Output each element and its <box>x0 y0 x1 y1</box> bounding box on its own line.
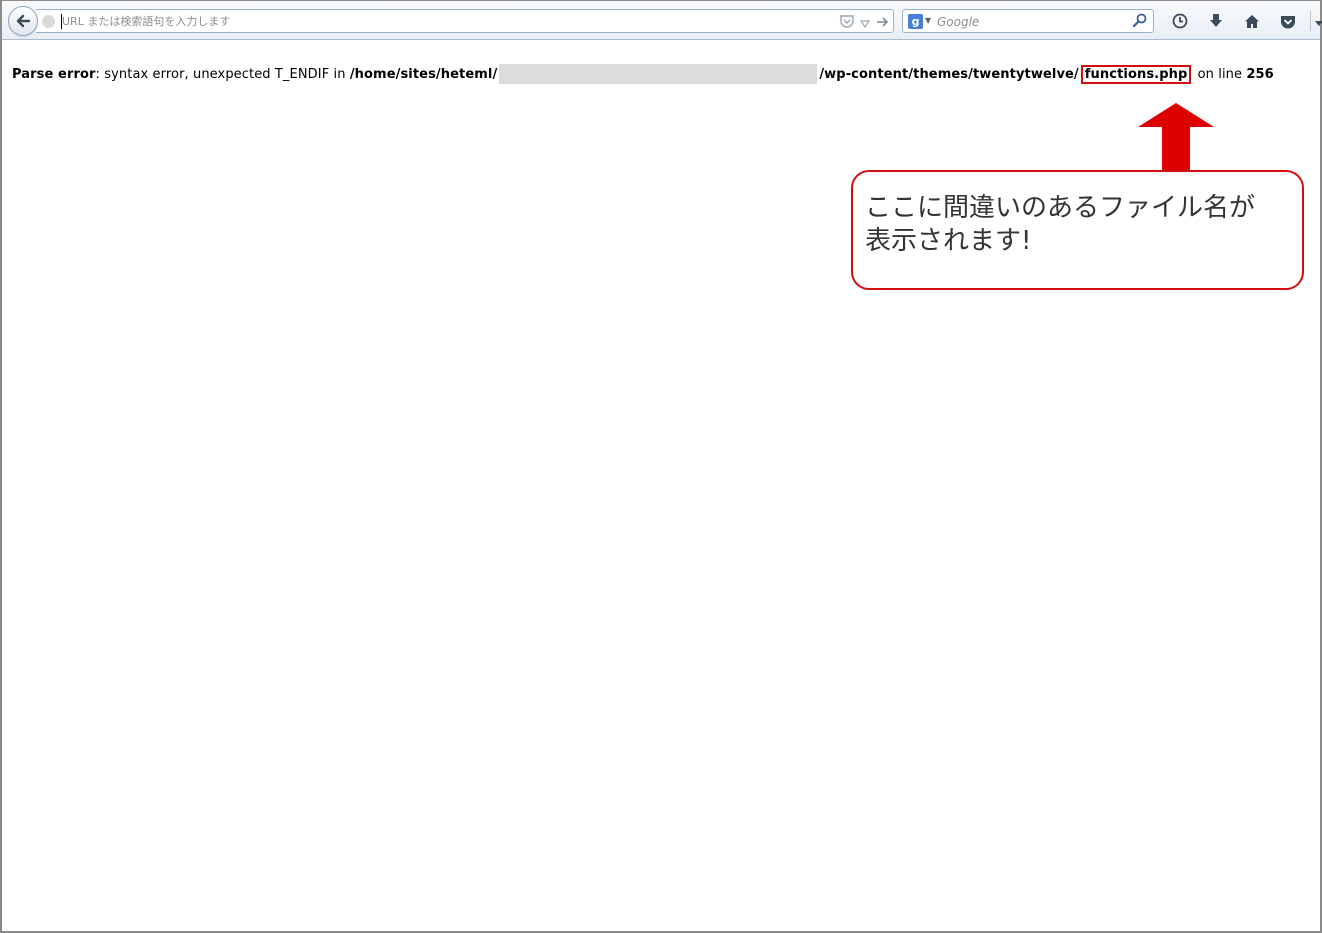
error-line-text: on line <box>1193 66 1247 82</box>
url-input[interactable] <box>62 12 822 31</box>
pocket-save-icon[interactable] <box>840 13 854 32</box>
site-identity-icon[interactable] <box>42 15 55 28</box>
redacted-path-block <box>499 64 818 84</box>
error-file-highlight: functions.php <box>1080 64 1192 84</box>
navigation-toolbar: g ▼ <box>2 1 1322 40</box>
url-bar[interactable] <box>36 9 894 33</box>
home-icon[interactable] <box>1234 10 1270 32</box>
toolbar-icons <box>1162 10 1322 32</box>
error-path-suffix: /wp-content/themes/twentytwelve/ <box>819 66 1079 82</box>
search-bar[interactable]: g ▼ <box>902 9 1154 33</box>
up-arrow-icon <box>1138 103 1214 171</box>
error-label: Parse error <box>12 66 96 82</box>
callout-line-1: ここに間違いのあるファイル名が <box>865 193 1256 223</box>
back-arrow-icon <box>16 14 31 28</box>
browser-window: g ▼ Parse error <box>0 0 1322 933</box>
menu-dropdown-icon[interactable] <box>1315 12 1322 31</box>
error-line-number: 256 <box>1246 66 1274 82</box>
back-button[interactable] <box>8 6 38 36</box>
callout-line-2: 表示されます! <box>865 226 1032 256</box>
search-input[interactable] <box>937 12 1127 31</box>
annotation-callout: ここに間違いのあるファイル名が 表示されます! <box>851 170 1304 290</box>
php-error-message: Parse error : syntax error, unexpected T… <box>12 64 1274 84</box>
toolbar-separator <box>1310 11 1311 31</box>
pocket-icon[interactable] <box>1270 10 1306 32</box>
history-clock-icon[interactable] <box>1162 10 1198 32</box>
error-path-prefix: /home/sites/heteml/ <box>349 66 498 82</box>
downloads-icon[interactable] <box>1198 10 1234 32</box>
error-text: : syntax error, unexpected T_ENDIF in <box>95 66 350 82</box>
search-magnifier-icon[interactable] <box>1132 13 1147 32</box>
google-engine-icon[interactable]: g <box>908 14 923 29</box>
engine-dropdown-icon[interactable]: ▼ <box>925 16 931 25</box>
history-dropdown-icon[interactable] <box>859 13 871 32</box>
go-arrow-icon[interactable] <box>876 13 889 32</box>
